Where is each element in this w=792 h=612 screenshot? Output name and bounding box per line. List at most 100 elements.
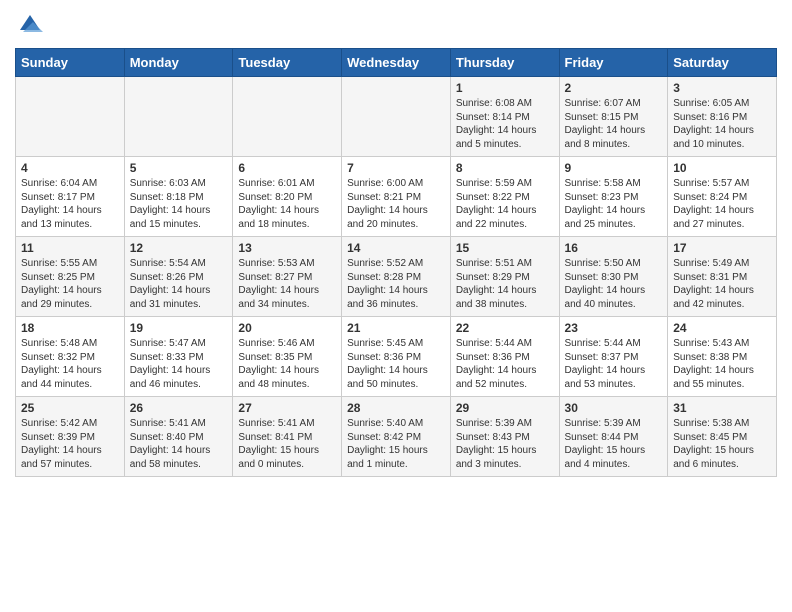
day-number: 7 bbox=[347, 161, 445, 175]
calendar-cell: 24Sunrise: 5:43 AM Sunset: 8:38 PM Dayli… bbox=[668, 317, 777, 397]
cell-content: Sunrise: 6:05 AM Sunset: 8:16 PM Dayligh… bbox=[673, 97, 771, 151]
day-number: 6 bbox=[238, 161, 336, 175]
cell-content: Sunrise: 5:44 AM Sunset: 8:36 PM Dayligh… bbox=[456, 337, 554, 391]
calendar-cell: 7 Sunrise: 6:00 AM Sunset: 8:21 PM Daylig… bbox=[342, 157, 451, 237]
calendar-cell: 10Sunrise: 5:57 AM Sunset: 8:24 PM Dayli… bbox=[668, 157, 777, 237]
day-number: 12 bbox=[130, 241, 228, 255]
calendar-cell: 27 Sunrise: 5:41 AM Sunset: 8:41 PM Dayli… bbox=[233, 397, 342, 477]
day-number: 13 bbox=[238, 241, 336, 255]
day-number: 19 bbox=[130, 321, 228, 335]
calendar-cell: 23 Sunrise: 5:44 AM Sunset: 8:37 PM Dayli… bbox=[559, 317, 668, 397]
calendar-cell: 26 Sunrise: 5:41 AM Sunset: 8:40 PM Dayli… bbox=[124, 397, 233, 477]
day-number: 15 bbox=[456, 241, 554, 255]
day-number: 18 bbox=[21, 321, 119, 335]
calendar-cell: 15 Sunrise: 5:51 AM Sunset: 8:29 PM Dayli… bbox=[450, 237, 559, 317]
day-number: 22 bbox=[456, 321, 554, 335]
cell-content: Sunrise: 5:53 AM Sunset: 8:27 PM Dayligh… bbox=[238, 257, 336, 311]
cell-content: Sunrise: 6:00 AM Sunset: 8:21 PM Dayligh… bbox=[347, 177, 445, 231]
cell-content: Sunrise: 6:01 AM Sunset: 8:20 PM Dayligh… bbox=[238, 177, 336, 231]
week-row-5: 25Sunrise: 5:42 AM Sunset: 8:39 PM Dayli… bbox=[16, 397, 777, 477]
header-day-friday: Friday bbox=[559, 49, 668, 77]
calendar-cell: 12 Sunrise: 5:54 AM Sunset: 8:26 PM Dayli… bbox=[124, 237, 233, 317]
cell-content: Sunrise: 5:52 AM Sunset: 8:28 PM Dayligh… bbox=[347, 257, 445, 311]
day-number: 21 bbox=[347, 321, 445, 335]
day-number: 30 bbox=[565, 401, 663, 415]
cell-content: Sunrise: 5:54 AM Sunset: 8:26 PM Dayligh… bbox=[130, 257, 228, 311]
header-row: SundayMondayTuesdayWednesdayThursdayFrid… bbox=[16, 49, 777, 77]
cell-content: Sunrise: 5:38 AM Sunset: 8:45 PM Dayligh… bbox=[673, 417, 771, 471]
calendar-cell: 1 Sunrise: 6:08 AM Sunset: 8:14 PM Daylig… bbox=[450, 77, 559, 157]
cell-content: Sunrise: 6:08 AM Sunset: 8:14 PM Dayligh… bbox=[456, 97, 554, 151]
cell-content: Sunrise: 5:50 AM Sunset: 8:30 PM Dayligh… bbox=[565, 257, 663, 311]
header-day-saturday: Saturday bbox=[668, 49, 777, 77]
calendar-cell: 16 Sunrise: 5:50 AM Sunset: 8:30 PM Dayli… bbox=[559, 237, 668, 317]
header-day-thursday: Thursday bbox=[450, 49, 559, 77]
day-number: 3 bbox=[673, 81, 771, 95]
calendar-cell: 31Sunrise: 5:38 AM Sunset: 8:45 PM Dayli… bbox=[668, 397, 777, 477]
calendar-cell: 5Sunrise: 6:03 AM Sunset: 8:18 PM Daylig… bbox=[124, 157, 233, 237]
calendar-cell: 14 Sunrise: 5:52 AM Sunset: 8:28 PM Dayli… bbox=[342, 237, 451, 317]
day-number: 20 bbox=[238, 321, 336, 335]
cell-content: Sunrise: 6:07 AM Sunset: 8:15 PM Dayligh… bbox=[565, 97, 663, 151]
calendar-cell: 25Sunrise: 5:42 AM Sunset: 8:39 PM Dayli… bbox=[16, 397, 125, 477]
calendar-cell bbox=[342, 77, 451, 157]
cell-content: Sunrise: 5:39 AM Sunset: 8:44 PM Dayligh… bbox=[565, 417, 663, 471]
calendar-cell: 17 Sunrise: 5:49 AM Sunset: 8:31 PM Dayli… bbox=[668, 237, 777, 317]
header-day-tuesday: Tuesday bbox=[233, 49, 342, 77]
day-number: 9 bbox=[565, 161, 663, 175]
week-row-1: 1 Sunrise: 6:08 AM Sunset: 8:14 PM Daylig… bbox=[16, 77, 777, 157]
cell-content: Sunrise: 5:47 AM Sunset: 8:33 PM Dayligh… bbox=[130, 337, 228, 391]
calendar-cell bbox=[16, 77, 125, 157]
cell-content: Sunrise: 5:44 AM Sunset: 8:37 PM Dayligh… bbox=[565, 337, 663, 391]
day-number: 23 bbox=[565, 321, 663, 335]
calendar-cell: 13 Sunrise: 5:53 AM Sunset: 8:27 PM Dayli… bbox=[233, 237, 342, 317]
cell-content: Sunrise: 5:45 AM Sunset: 8:36 PM Dayligh… bbox=[347, 337, 445, 391]
day-number: 25 bbox=[21, 401, 119, 415]
calendar-cell bbox=[233, 77, 342, 157]
day-number: 1 bbox=[456, 81, 554, 95]
cell-content: Sunrise: 5:49 AM Sunset: 8:31 PM Dayligh… bbox=[673, 257, 771, 311]
day-number: 8 bbox=[456, 161, 554, 175]
calendar-cell: 22 Sunrise: 5:44 AM Sunset: 8:36 PM Dayli… bbox=[450, 317, 559, 397]
calendar-cell: 8 Sunrise: 5:59 AM Sunset: 8:22 PM Daylig… bbox=[450, 157, 559, 237]
day-number: 28 bbox=[347, 401, 445, 415]
week-row-2: 4 Sunrise: 6:04 AM Sunset: 8:17 PM Daylig… bbox=[16, 157, 777, 237]
calendar-cell: 20 Sunrise: 5:46 AM Sunset: 8:35 PM Dayli… bbox=[233, 317, 342, 397]
week-row-3: 11Sunrise: 5:55 AM Sunset: 8:25 PM Dayli… bbox=[16, 237, 777, 317]
day-number: 2 bbox=[565, 81, 663, 95]
cell-content: Sunrise: 5:40 AM Sunset: 8:42 PM Dayligh… bbox=[347, 417, 445, 471]
calendar-cell: 18 Sunrise: 5:48 AM Sunset: 8:32 PM Dayli… bbox=[16, 317, 125, 397]
day-number: 5 bbox=[130, 161, 228, 175]
page: SundayMondayTuesdayWednesdayThursdayFrid… bbox=[0, 0, 792, 492]
cell-content: Sunrise: 5:41 AM Sunset: 8:40 PM Dayligh… bbox=[130, 417, 228, 471]
cell-content: Sunrise: 5:41 AM Sunset: 8:41 PM Dayligh… bbox=[238, 417, 336, 471]
header bbox=[15, 10, 777, 40]
calendar-cell: 4 Sunrise: 6:04 AM Sunset: 8:17 PM Daylig… bbox=[16, 157, 125, 237]
cell-content: Sunrise: 5:46 AM Sunset: 8:35 PM Dayligh… bbox=[238, 337, 336, 391]
day-number: 26 bbox=[130, 401, 228, 415]
calendar-cell: 3 Sunrise: 6:05 AM Sunset: 8:16 PM Daylig… bbox=[668, 77, 777, 157]
calendar-cell: 2 Sunrise: 6:07 AM Sunset: 8:15 PM Daylig… bbox=[559, 77, 668, 157]
header-day-wednesday: Wednesday bbox=[342, 49, 451, 77]
day-number: 11 bbox=[21, 241, 119, 255]
calendar-cell: 28 Sunrise: 5:40 AM Sunset: 8:42 PM Dayli… bbox=[342, 397, 451, 477]
cell-content: Sunrise: 5:59 AM Sunset: 8:22 PM Dayligh… bbox=[456, 177, 554, 231]
calendar-cell: 29Sunrise: 5:39 AM Sunset: 8:43 PM Dayli… bbox=[450, 397, 559, 477]
day-number: 27 bbox=[238, 401, 336, 415]
day-number: 17 bbox=[673, 241, 771, 255]
cell-content: Sunrise: 5:51 AM Sunset: 8:29 PM Dayligh… bbox=[456, 257, 554, 311]
cell-content: Sunrise: 5:48 AM Sunset: 8:32 PM Dayligh… bbox=[21, 337, 119, 391]
header-day-sunday: Sunday bbox=[16, 49, 125, 77]
calendar-cell: 9Sunrise: 5:58 AM Sunset: 8:23 PM Daylig… bbox=[559, 157, 668, 237]
day-number: 4 bbox=[21, 161, 119, 175]
day-number: 16 bbox=[565, 241, 663, 255]
cell-content: Sunrise: 6:04 AM Sunset: 8:17 PM Dayligh… bbox=[21, 177, 119, 231]
calendar-cell: 19 Sunrise: 5:47 AM Sunset: 8:33 PM Dayli… bbox=[124, 317, 233, 397]
calendar-cell: 11Sunrise: 5:55 AM Sunset: 8:25 PM Dayli… bbox=[16, 237, 125, 317]
header-day-monday: Monday bbox=[124, 49, 233, 77]
day-number: 24 bbox=[673, 321, 771, 335]
cell-content: Sunrise: 5:57 AM Sunset: 8:24 PM Dayligh… bbox=[673, 177, 771, 231]
calendar-table: SundayMondayTuesdayWednesdayThursdayFrid… bbox=[15, 48, 777, 477]
logo bbox=[15, 10, 49, 40]
day-number: 14 bbox=[347, 241, 445, 255]
